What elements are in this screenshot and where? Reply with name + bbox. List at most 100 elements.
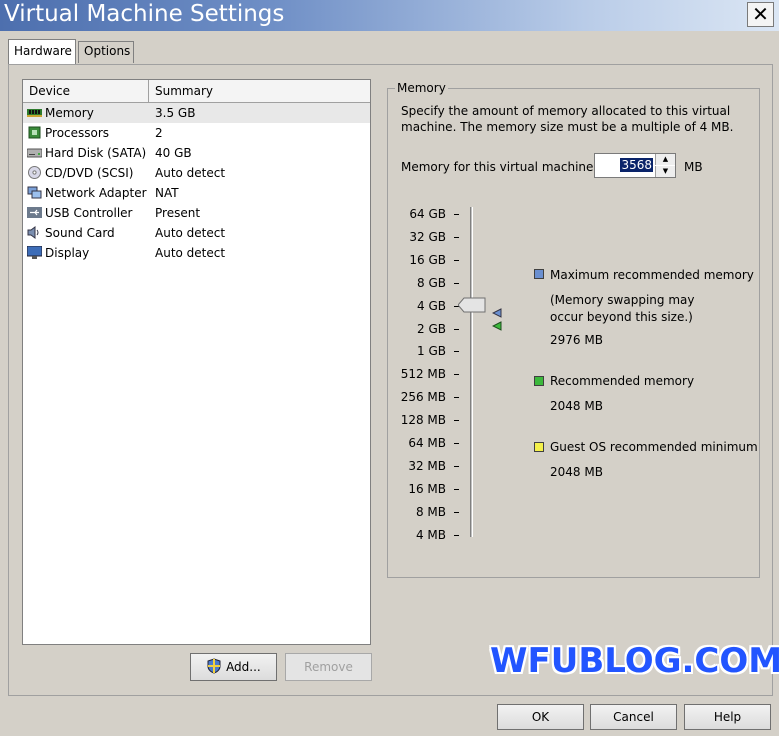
sound-icon xyxy=(27,226,39,239)
max-recommended-marker-icon xyxy=(492,308,502,318)
scale-tick-label: 16 MB xyxy=(408,481,446,496)
device-name: USB Controller xyxy=(45,206,133,220)
max-recommended-value: 2976 MB xyxy=(550,333,603,347)
window-title: Virtual Machine Settings xyxy=(4,1,285,27)
scale-tick-label: 512 MB xyxy=(400,367,446,382)
scale-tick-label: 8 GB xyxy=(417,275,446,290)
scale-tick-mark xyxy=(454,488,459,490)
device-list[interactable]: Device Summary Memory 3.5 GB Processors … xyxy=(22,79,371,645)
column-summary[interactable]: Summary xyxy=(155,84,213,98)
max-recommended-note: (Memory swapping may occur beyond this s… xyxy=(550,293,695,324)
device-summary: 3.5 GB xyxy=(155,106,196,120)
remove-device-button[interactable]: Remove xyxy=(285,653,372,681)
scale-tick-mark xyxy=(454,443,459,444)
scale-tick-label: 8 MB xyxy=(415,504,446,519)
close-button[interactable]: ✕ xyxy=(747,2,774,27)
display-icon xyxy=(27,246,42,259)
memory-slider-track[interactable] xyxy=(470,207,473,537)
device-name: Hard Disk (SATA) xyxy=(45,146,147,160)
ok-button[interactable]: OK xyxy=(497,704,584,730)
help-button[interactable]: Help xyxy=(684,704,771,730)
device-name: Processors xyxy=(45,126,110,140)
scale-tick-mark xyxy=(454,397,459,399)
memory-group-label: Memory xyxy=(395,81,448,95)
tab-hardware[interactable]: Hardware xyxy=(8,39,76,64)
spin-up-icon[interactable]: ▲ xyxy=(655,154,675,165)
memory-unit: MB xyxy=(684,160,703,174)
processor-icon xyxy=(28,126,41,139)
usb-icon xyxy=(27,207,42,218)
device-row-network-adapter[interactable]: Network Adapter NAT xyxy=(23,183,370,203)
device-name: Display xyxy=(45,246,90,260)
scale-tick-label: 64 GB xyxy=(409,207,446,221)
device-summary: NAT xyxy=(155,186,179,200)
scale-tick-label: 128 MB xyxy=(400,413,446,428)
recommended-label: Recommended memory xyxy=(550,374,695,388)
scale-tick-label: 256 MB xyxy=(400,390,446,405)
hard-disk-icon xyxy=(27,148,42,158)
scale-tick-mark xyxy=(454,259,459,261)
device-list-header: Device Summary xyxy=(23,80,370,103)
device-name: Memory xyxy=(45,106,94,120)
cancel-button[interactable]: Cancel xyxy=(590,704,677,730)
recommended-marker-icon xyxy=(492,321,502,331)
guest-minimum-label: Guest OS recommended minimum xyxy=(550,440,758,454)
device-name: Network Adapter xyxy=(45,186,147,200)
memory-icon xyxy=(27,109,42,117)
device-summary: Auto detect xyxy=(155,246,226,260)
scale-tick-label: 16 GB xyxy=(409,252,446,267)
spin-down-icon[interactable]: ▼ xyxy=(655,166,675,177)
guest-minimum-swatch xyxy=(534,442,544,452)
scale-tick-label: 2 GB xyxy=(417,321,446,336)
scale-tick-label: 32 MB xyxy=(408,458,446,473)
column-device[interactable]: Device xyxy=(29,84,70,98)
scale-tick-label: 32 GB xyxy=(409,229,446,244)
device-row-processors[interactable]: Processors 2 xyxy=(23,123,370,143)
memory-spinbox[interactable]: 3568 ▲ ▼ xyxy=(594,153,676,178)
scale-tick-mark xyxy=(454,465,459,467)
device-summary: Auto detect xyxy=(155,166,226,180)
tab-options[interactable]: Options xyxy=(78,41,134,63)
scale-tick-label: 4 MB xyxy=(415,527,446,542)
scale-tick-mark xyxy=(454,511,459,513)
max-recommended-label: Maximum recommended memory xyxy=(550,268,754,282)
device-summary: Auto detect xyxy=(155,226,226,240)
title-bar: Virtual Machine Settings ✕ xyxy=(0,0,779,31)
scale-tick-label: 1 GB xyxy=(417,344,446,359)
recommended-value: 2048 MB xyxy=(550,399,603,413)
device-name: Sound Card xyxy=(45,226,115,240)
device-summary: 40 GB xyxy=(155,146,192,160)
device-row-usb-controller[interactable]: USB Controller Present xyxy=(23,203,370,223)
device-row-sound-card[interactable]: Sound Card Auto detect xyxy=(23,223,370,243)
cd-dvd-icon xyxy=(28,166,41,179)
scale-tick-mark xyxy=(454,420,459,422)
watermark: WFUBLOG.COM xyxy=(490,641,779,681)
guest-minimum-value: 2048 MB xyxy=(550,465,603,479)
device-row-cd-dvd[interactable]: CD/DVD (SCSI) Auto detect xyxy=(23,163,370,183)
device-row-display[interactable]: Display Auto detect xyxy=(23,243,370,263)
scale-tick-label: 64 MB xyxy=(408,436,446,450)
network-adapter-icon xyxy=(27,186,42,199)
add-device-button[interactable]: Add... xyxy=(190,653,277,681)
memory-description: Specify the amount of memory allocated t… xyxy=(401,104,734,134)
recommended-swatch xyxy=(534,376,544,386)
device-summary: 2 xyxy=(155,126,163,140)
scale-tick-label: 4 GB xyxy=(417,298,446,313)
memory-slider-thumb[interactable] xyxy=(458,297,486,313)
memory-value[interactable]: 3568 xyxy=(620,158,653,172)
scale-tick-mark xyxy=(454,328,459,330)
max-recommended-swatch xyxy=(534,269,544,279)
add-button-label: Add... xyxy=(226,660,261,674)
memory-field-label: Memory for this virtual machine: xyxy=(401,160,598,174)
scale-tick-mark xyxy=(454,351,459,353)
scale-tick-mark xyxy=(454,534,459,536)
device-name: CD/DVD (SCSI) xyxy=(45,166,134,180)
shield-icon xyxy=(207,658,221,674)
scale-tick-mark xyxy=(454,214,459,215)
scale-tick-mark xyxy=(454,374,459,376)
device-summary: Present xyxy=(155,206,201,220)
device-row-memory[interactable]: Memory 3.5 GB xyxy=(23,103,370,123)
scale-tick-mark xyxy=(454,282,459,284)
scale-tick-mark xyxy=(454,236,459,238)
device-row-hard-disk[interactable]: Hard Disk (SATA) 40 GB xyxy=(23,143,370,163)
